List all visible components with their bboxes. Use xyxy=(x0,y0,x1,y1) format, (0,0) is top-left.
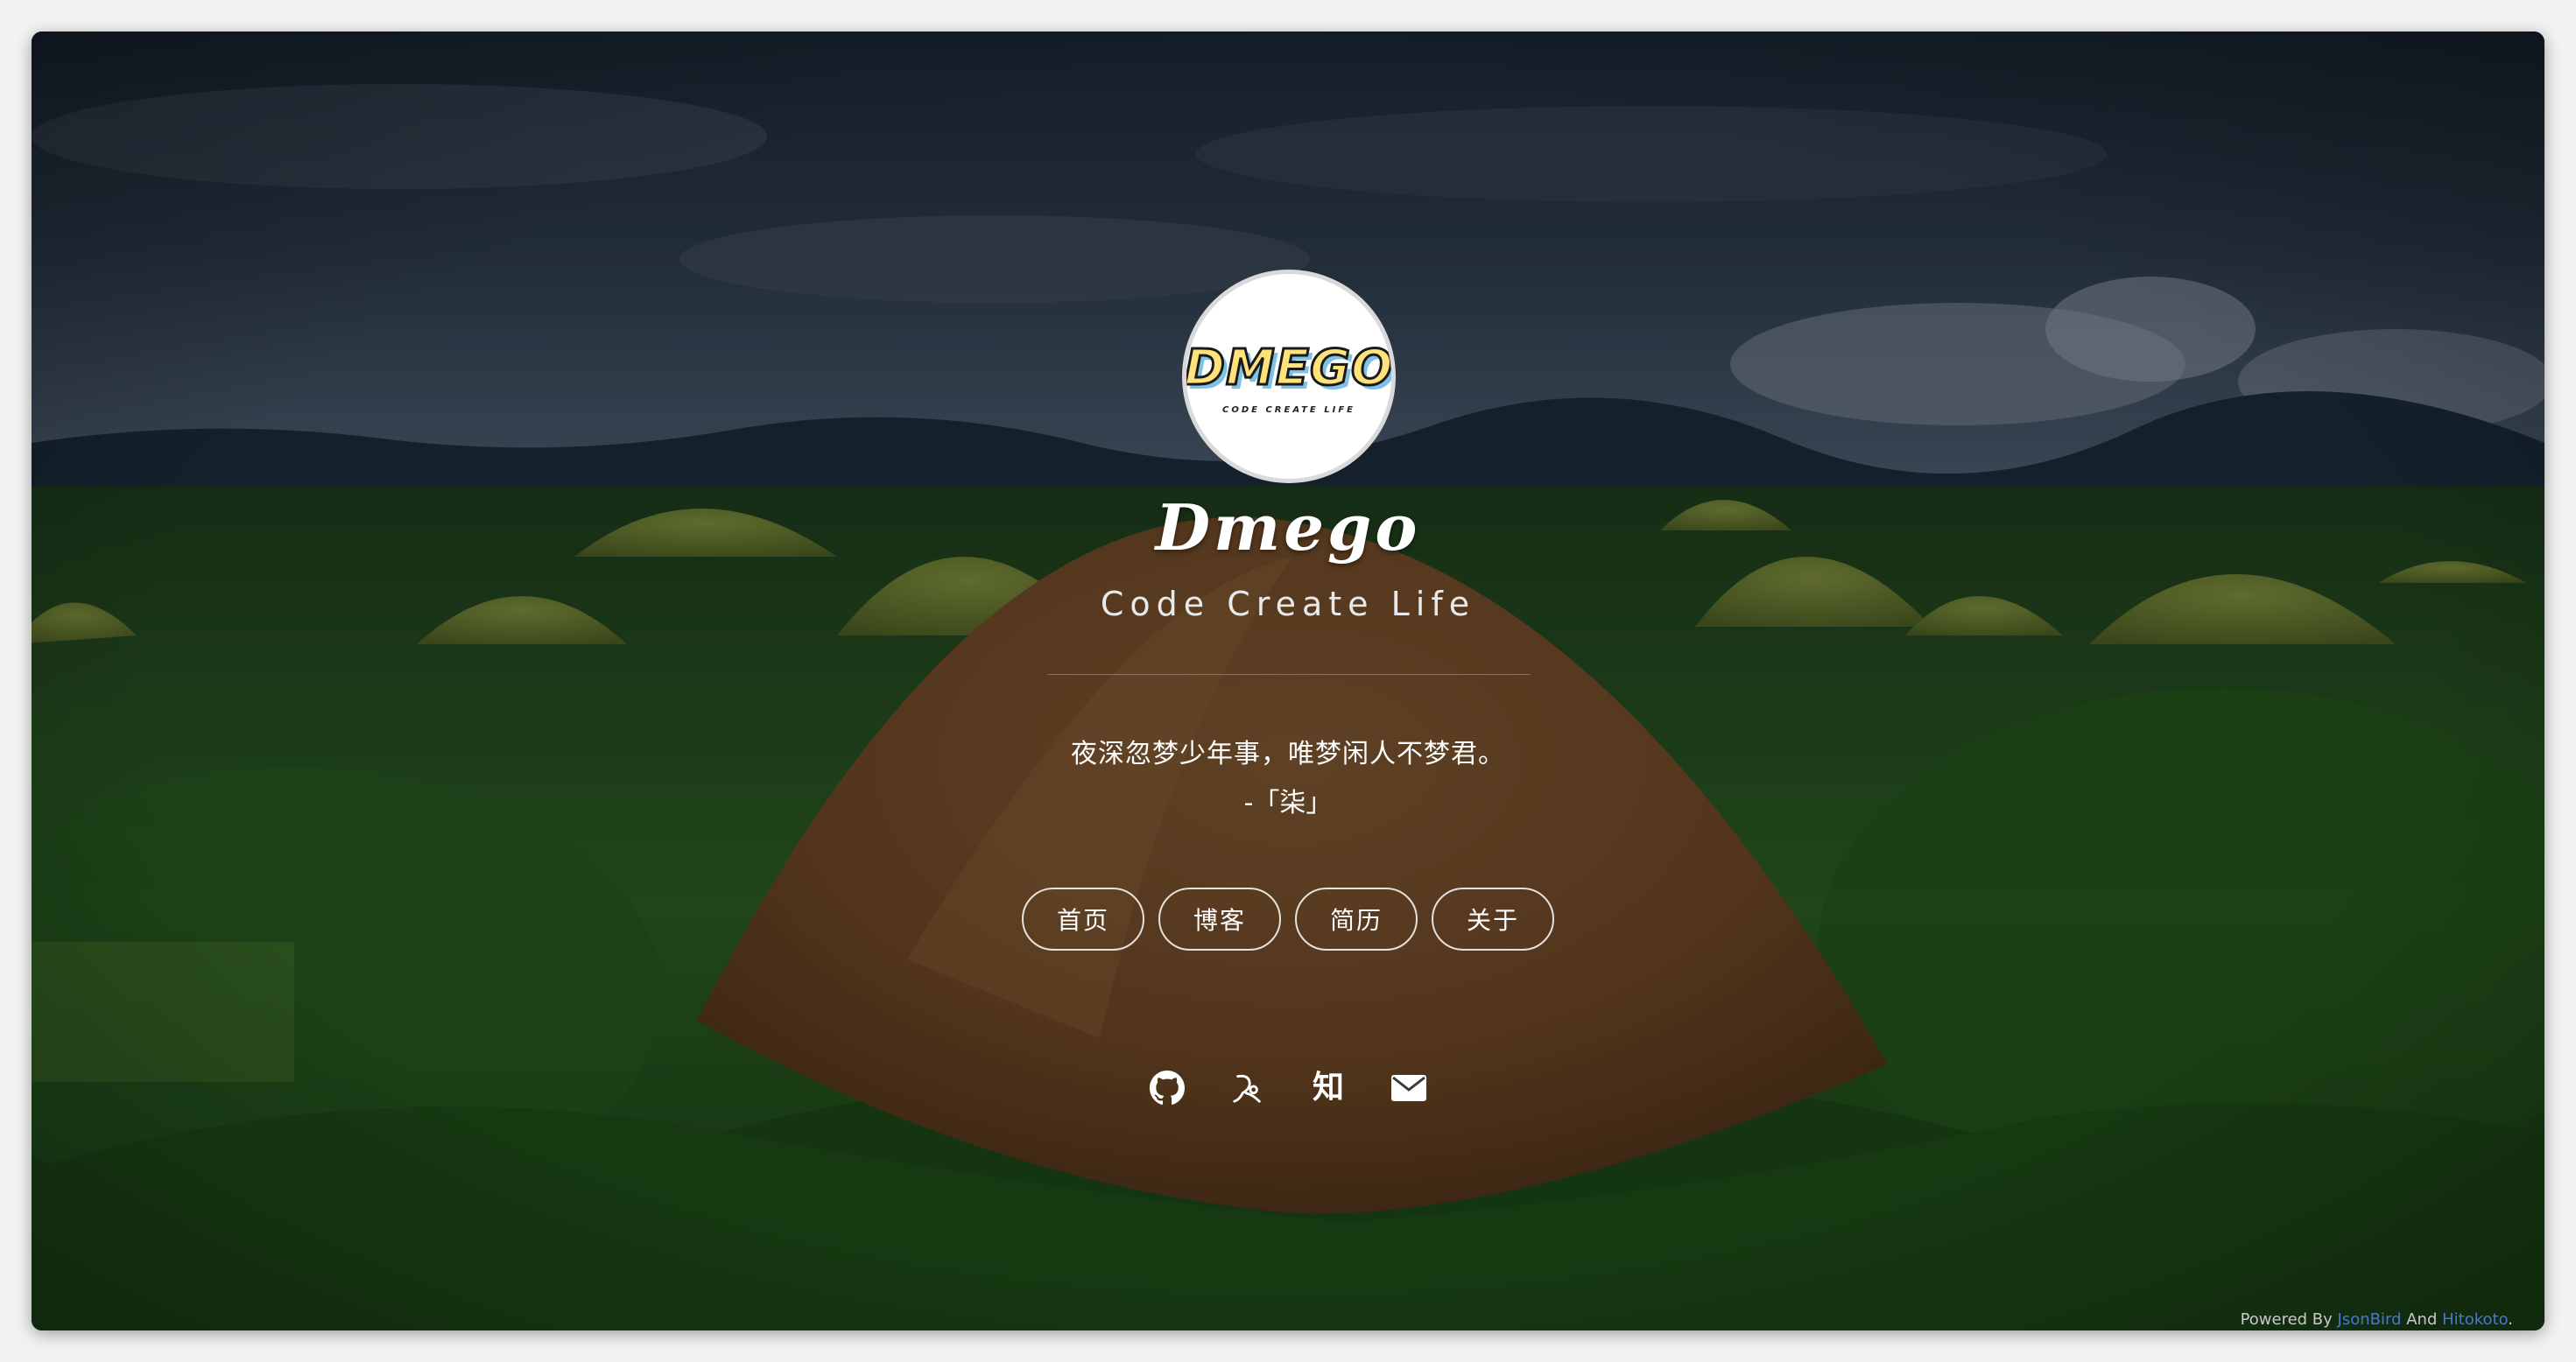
zhihu-glyph: 知 xyxy=(1312,1070,1344,1106)
nav-resume-button[interactable]: 简历 xyxy=(1295,888,1418,951)
hitokoto-text: 夜深忽梦少年事，唯梦闲人不梦君。 xyxy=(1071,739,1505,769)
blog-icon[interactable] xyxy=(1229,1070,1266,1106)
social-links: 知 xyxy=(32,1070,2544,1106)
footer-middle: And xyxy=(2401,1310,2443,1329)
hitokoto-source: -「柒」 xyxy=(1243,788,1333,818)
footer: Powered By JsonBird And Hitokoto. xyxy=(2241,1310,2513,1329)
email-icon[interactable] xyxy=(1390,1070,1427,1106)
zhihu-icon[interactable]: 知 xyxy=(1310,1070,1347,1106)
dark-overlay xyxy=(32,32,2544,1330)
nav-blog-button[interactable]: 博客 xyxy=(1158,888,1281,951)
logo-text: DMEGO xyxy=(1184,339,1394,397)
footer-prefix: Powered By xyxy=(2240,1310,2338,1329)
site-name: Dmego xyxy=(1155,490,1421,565)
nav-home-button[interactable]: 首页 xyxy=(1022,888,1144,951)
site-tagline: Code Create Life xyxy=(1100,585,1476,623)
hitokoto-link[interactable]: Hitokoto xyxy=(2442,1310,2508,1329)
jsonbird-link[interactable]: JsonBird xyxy=(2338,1310,2402,1329)
github-icon[interactable] xyxy=(1149,1070,1186,1106)
page-frame: DMEGO CODE CREATE LIFE Dmego Code Create… xyxy=(32,32,2544,1330)
avatar[interactable]: DMEGO CODE CREATE LIFE xyxy=(1182,270,1396,483)
logo-subtext: CODE CREATE LIFE xyxy=(1222,404,1355,415)
nav-about-button[interactable]: 关于 xyxy=(1432,888,1554,951)
nav-buttons: 首页 博客 简历 关于 xyxy=(32,888,2544,951)
divider xyxy=(1047,674,1531,675)
footer-suffix: . xyxy=(2508,1310,2513,1329)
